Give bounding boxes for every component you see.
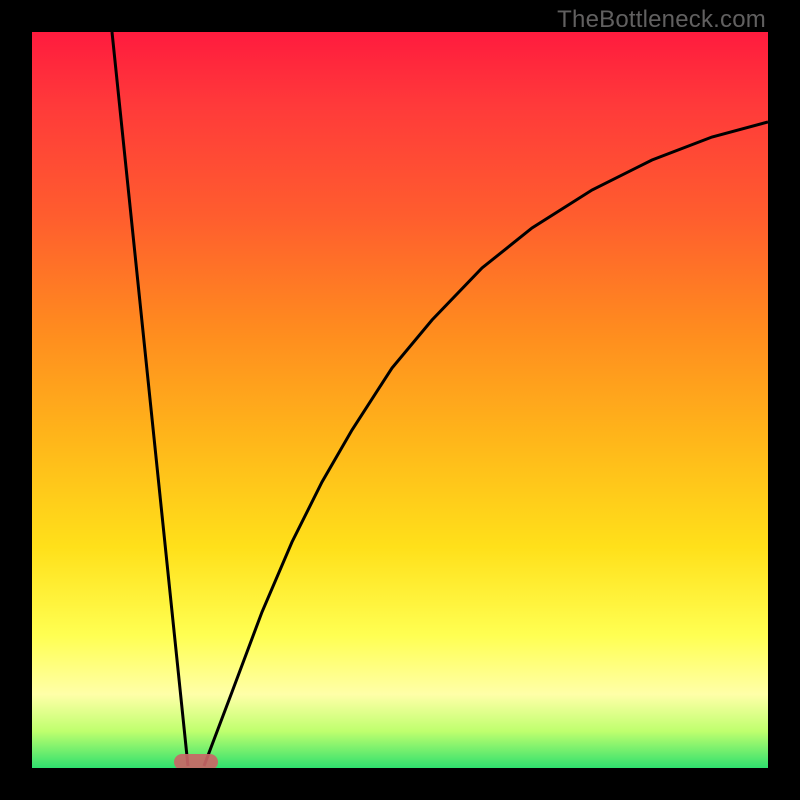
chart-frame: TheBottleneck.com: [0, 0, 800, 800]
right-curve: [204, 122, 768, 766]
bottleneck-marker: [174, 754, 218, 768]
plot-area: [32, 32, 768, 768]
curve-svg: [32, 32, 768, 768]
watermark-text: TheBottleneck.com: [557, 6, 766, 34]
left-line: [112, 32, 188, 766]
